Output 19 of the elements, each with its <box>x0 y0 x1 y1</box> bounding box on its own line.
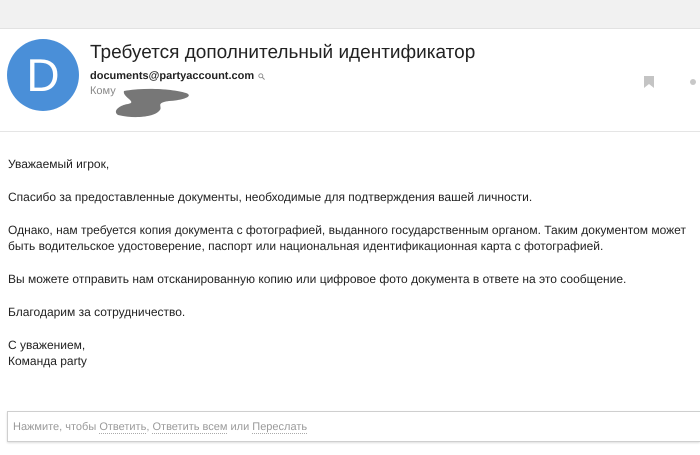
avatar: D <box>7 39 79 111</box>
reply-link[interactable]: Ответить <box>99 420 146 434</box>
reply-link[interactable]: Ответить всем <box>152 420 228 434</box>
bookmark-icon[interactable] <box>644 76 654 88</box>
reply-box[interactable]: Нажмите, чтобы Ответить, Ответить всем или Переслать <box>7 411 700 442</box>
search-icon[interactable] <box>258 72 266 80</box>
body-paragraph: Однако, нам требуется копия документа с фотографией, выданного государственным органом. Таким документом может быть водительское удостоверение, паспорт или национальная идентификационная карта с фотографией. <box>8 222 687 254</box>
signature-line: С уважением, <box>8 337 86 353</box>
dot-icon[interactable] <box>690 79 696 85</box>
body-paragraph: Вы можете отправить нам отсканированную копию или цифровое фото документа в ответе на это сообщение. <box>8 271 628 287</box>
reply-link[interactable]: Переслать <box>252 420 308 434</box>
body-paragraph: Благодарим за сотрудничество. <box>8 304 186 320</box>
body-paragraph: Спасибо за предоставленные документы, необходимые для подтверждения вашей личности. <box>8 189 534 205</box>
email-subject: Требуется дополнительный идентификатор <box>90 41 476 65</box>
reply-prompt: Нажмите, чтобы Ответить, Ответить всем или Переслать <box>13 420 308 432</box>
signature-line: Команда party <box>8 353 88 369</box>
body-paragraph: Уважаемый игрок, <box>8 156 110 172</box>
sender-email: documents@partyaccount.com <box>90 70 254 82</box>
recipient-label: Кому <box>90 85 116 97</box>
